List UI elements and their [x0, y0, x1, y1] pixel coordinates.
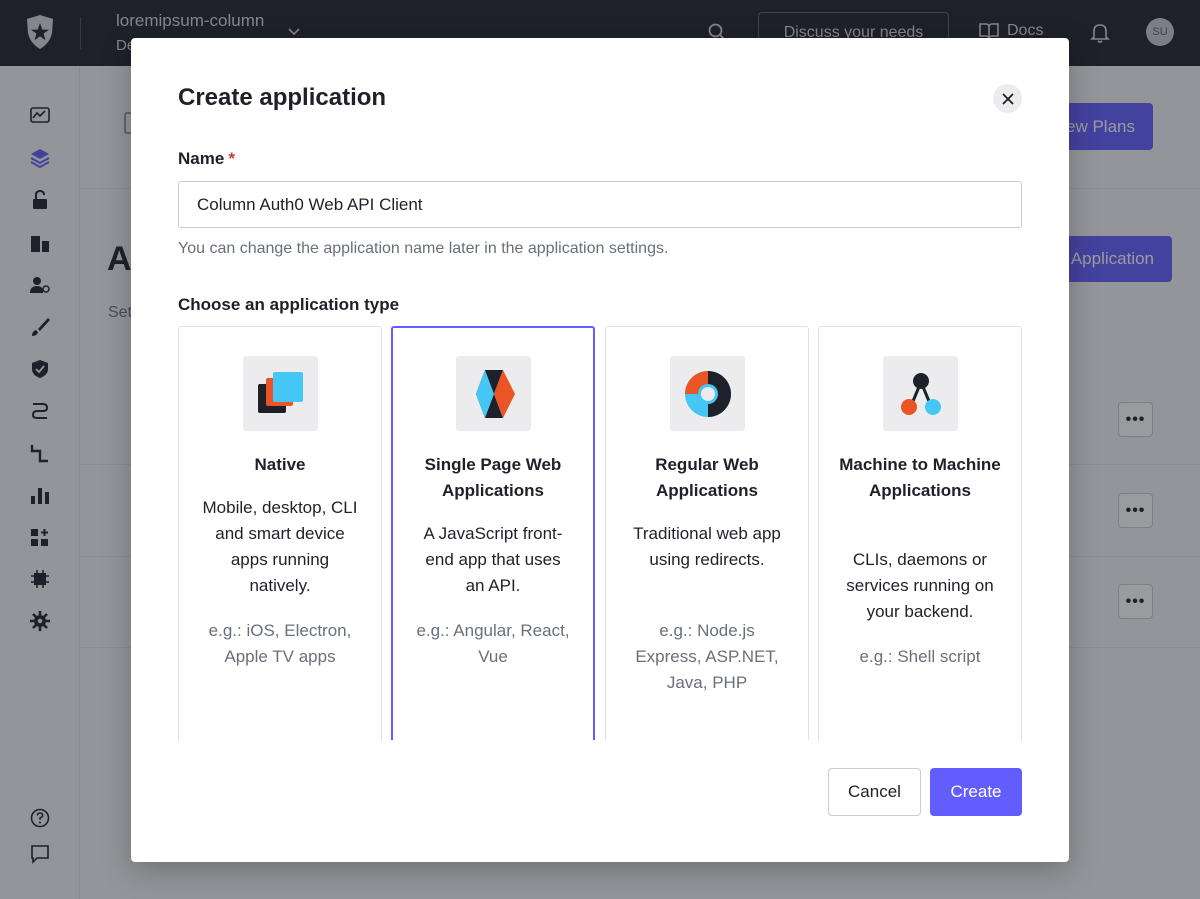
card-title: Machine to Machine Applications: [839, 455, 1001, 500]
card-example: e.g.: Shell script: [859, 647, 981, 666]
spa-app-icon: [456, 356, 531, 431]
app-type-native-card[interactable]: Native Mobile, desktop, CLI and smart de…: [178, 326, 382, 740]
app-type-m2m-card[interactable]: Machine to Machine Applications CLIs, da…: [818, 326, 1022, 740]
regular-web-app-icon: [670, 356, 745, 431]
required-marker: *: [228, 149, 235, 168]
card-description: CLIs, daemons or services running on you…: [846, 550, 994, 621]
card-description: Mobile, desktop, CLI and smart device ap…: [202, 498, 358, 595]
name-help-text: You can change the application name late…: [178, 240, 669, 257]
cancel-button[interactable]: Cancel: [828, 768, 921, 816]
application-type-label: Choose an application type: [178, 295, 400, 314]
application-name-input[interactable]: [178, 181, 1022, 228]
app-type-spa-card[interactable]: Single Page Web Applications A JavaScrip…: [391, 326, 595, 740]
card-title: Native: [254, 455, 306, 474]
card-example: e.g.: Node.js Express, ASP.NET, Java, PH…: [635, 621, 779, 692]
card-example: e.g.: iOS, Electron, Apple TV apps: [208, 621, 352, 666]
close-icon: [1001, 92, 1014, 105]
close-button[interactable]: [993, 84, 1022, 113]
name-label: Name *: [178, 149, 235, 169]
card-description: Traditional web app using redirects.: [633, 524, 781, 569]
native-app-icon: [243, 356, 318, 431]
name-label-text: Name: [178, 149, 225, 168]
card-title: Single Page Web Applications: [424, 455, 562, 500]
create-application-dialog: Create application Name* You can change …: [131, 38, 1069, 862]
application-type-options: Native Mobile, desktop, CLI and smart de…: [178, 326, 1022, 740]
card-title: Regular Web Applications: [655, 455, 759, 500]
dialog-title: Create application: [178, 84, 387, 111]
card-description: A JavaScript front-end app that uses an …: [423, 524, 563, 595]
machine-to-machine-app-icon: [883, 356, 958, 431]
card-example: e.g.: Angular, React, Vue: [416, 621, 570, 666]
create-button[interactable]: Create: [930, 768, 1022, 816]
app-type-regular-web-card[interactable]: Regular Web Applications Traditional web…: [605, 326, 809, 740]
